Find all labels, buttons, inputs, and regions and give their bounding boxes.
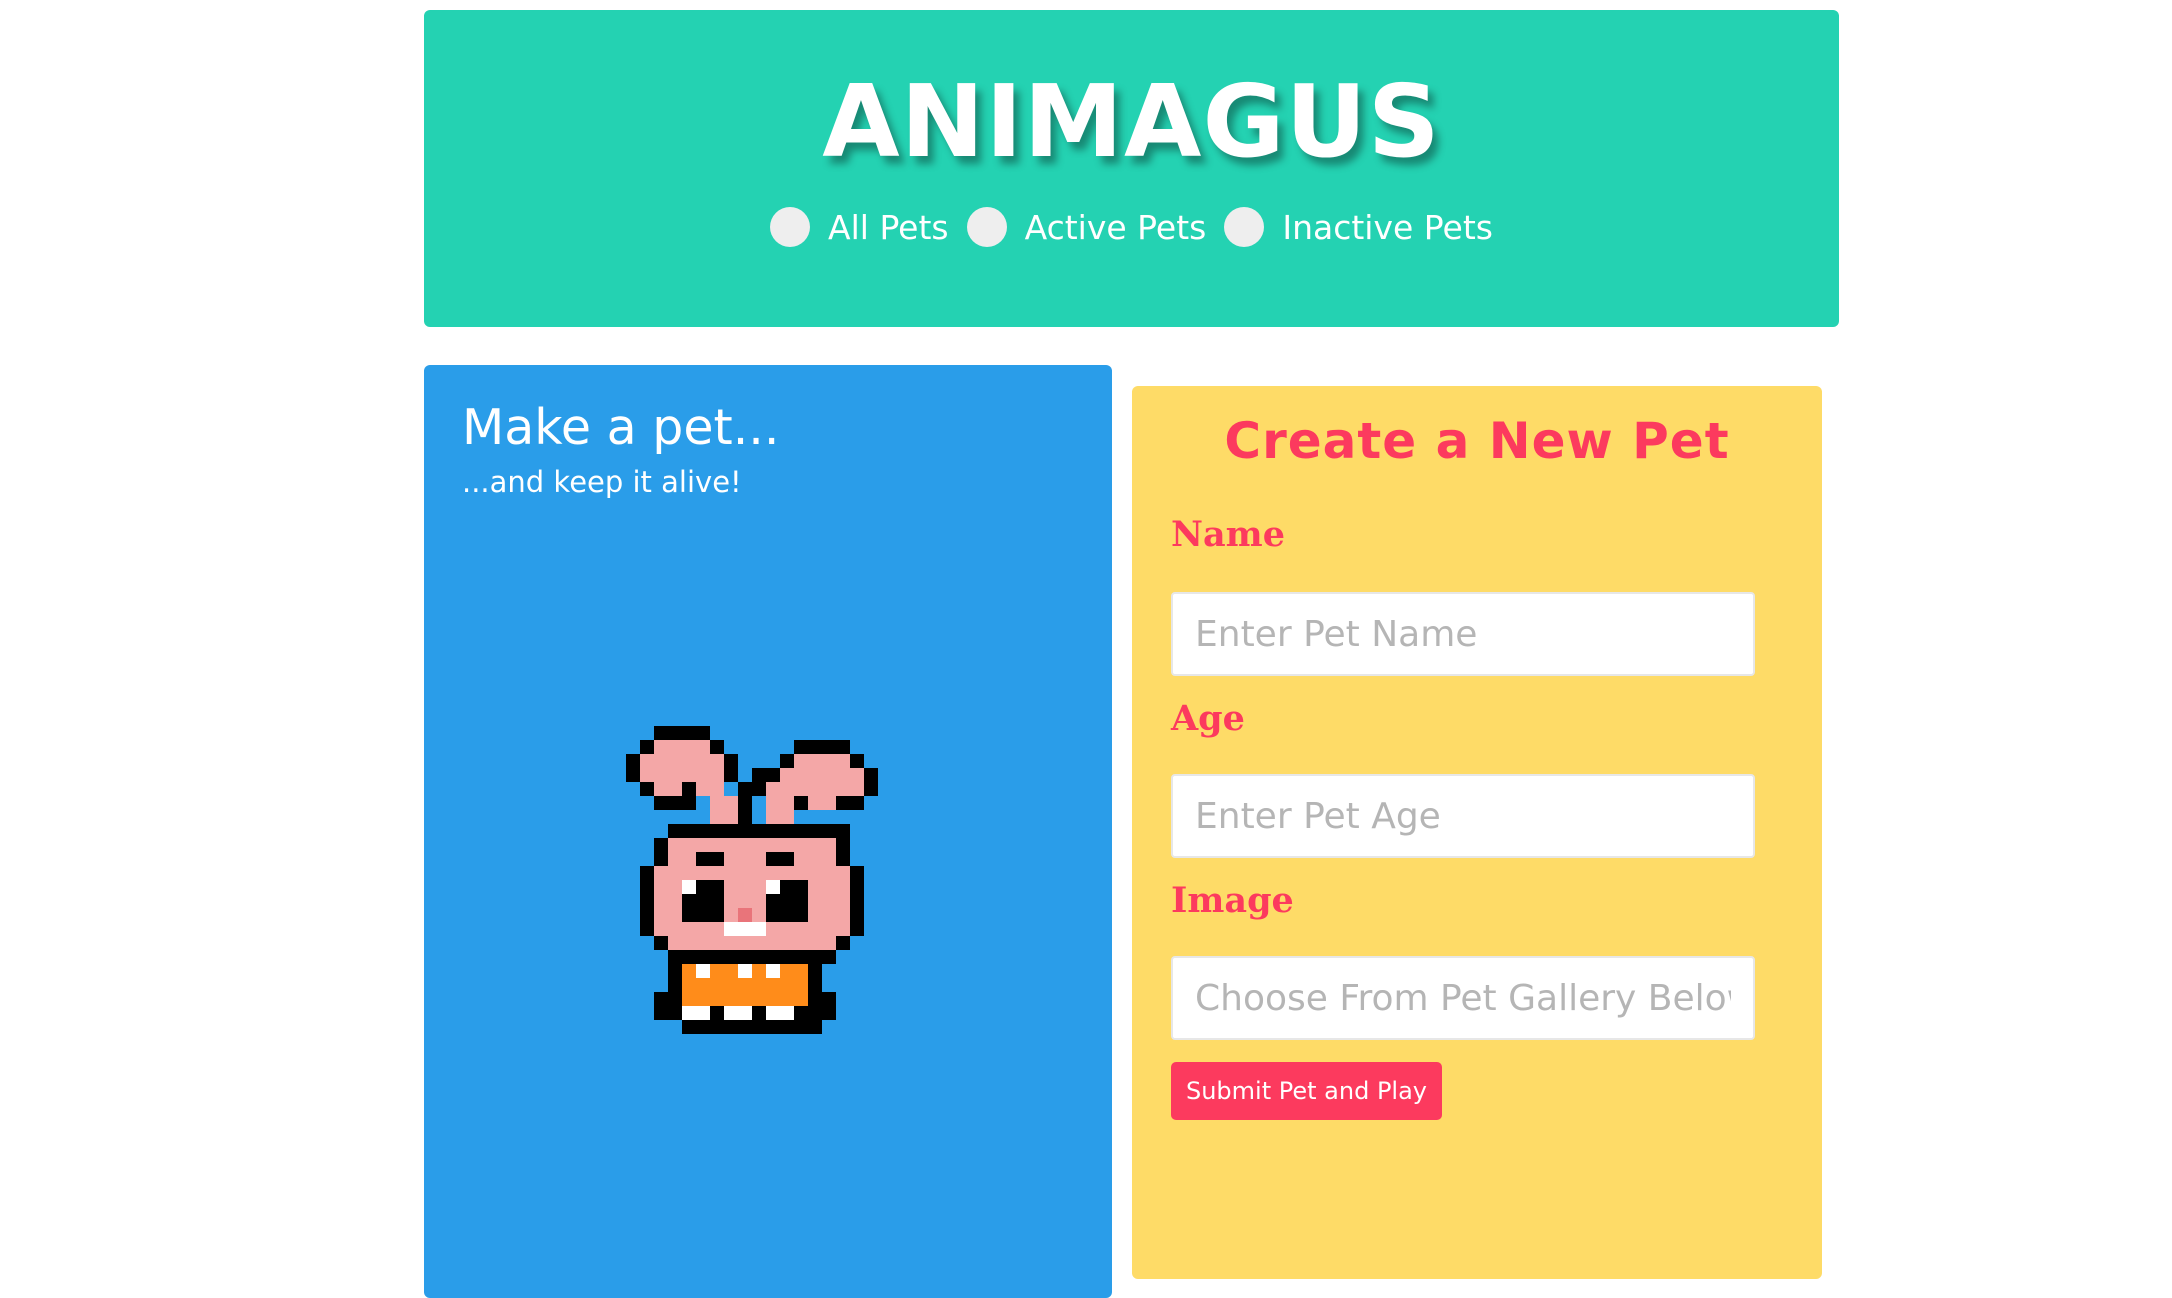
- filter-label: Inactive Pets: [1282, 207, 1493, 247]
- filter-active-pets[interactable]: Active Pets: [966, 207, 1207, 247]
- pixel-bunny-icon: [626, 726, 878, 1034]
- pet-filter-group: All Pets Active Pets Inactive Pets: [424, 202, 1839, 252]
- intro-heading: Make a pet...: [462, 399, 780, 456]
- intro-panel: Make a pet... ...and keep it alive!: [424, 365, 1112, 1298]
- create-pet-form: Create a New Pet Name Age Image Submit P…: [1132, 386, 1822, 1279]
- pet-name-input[interactable]: [1171, 592, 1755, 676]
- app-title: ANIMAGUS: [822, 63, 1441, 180]
- submit-pet-button[interactable]: Submit Pet and Play: [1171, 1062, 1442, 1120]
- age-label: Age: [1171, 698, 1245, 739]
- filter-inactive-pets[interactable]: Inactive Pets: [1224, 207, 1493, 247]
- radio-icon[interactable]: [1224, 207, 1265, 247]
- form-title: Create a New Pet: [1224, 412, 1730, 470]
- pet-image-input[interactable]: [1171, 956, 1755, 1040]
- radio-icon[interactable]: [966, 207, 1007, 247]
- filter-all-pets[interactable]: All Pets: [770, 207, 949, 247]
- filter-label: Active Pets: [1024, 207, 1207, 247]
- filter-label: All Pets: [828, 207, 949, 247]
- name-label: Name: [1171, 514, 1285, 555]
- intro-subheading: ...and keep it alive!: [462, 465, 742, 499]
- radio-icon[interactable]: [770, 207, 811, 247]
- header: ANIMAGUS All Pets Active Pets Inactive P…: [424, 10, 1839, 327]
- image-label: Image: [1171, 880, 1294, 921]
- pet-age-input[interactable]: [1171, 774, 1755, 858]
